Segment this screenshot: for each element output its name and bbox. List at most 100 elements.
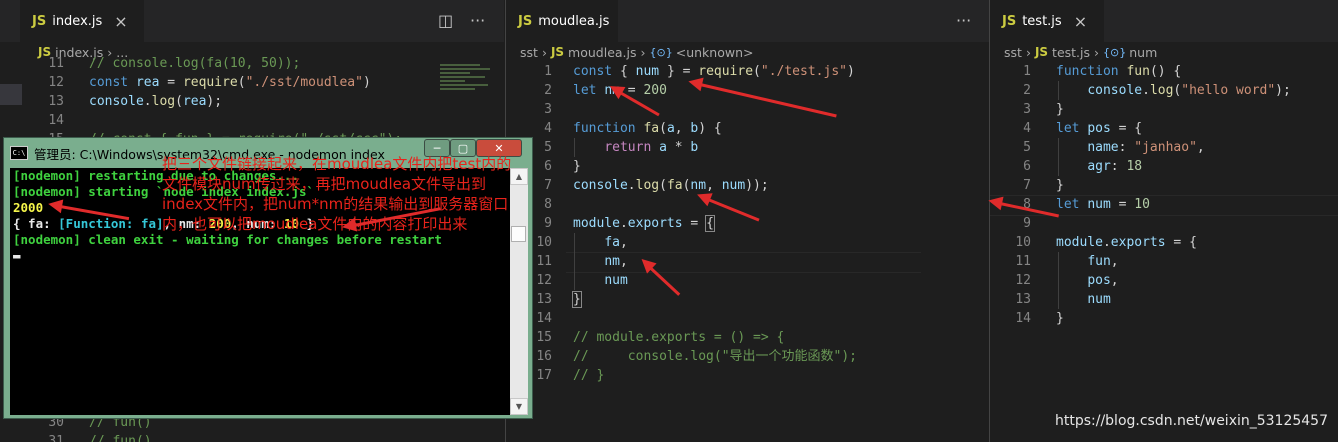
code-line[interactable]: 13} xyxy=(506,290,989,309)
code-line[interactable]: 14} xyxy=(990,309,1338,328)
tab-index-js[interactable]: JS index.js × xyxy=(20,0,144,42)
line-text: const { num } = require("./test.js") xyxy=(573,64,855,79)
line-number: 12 xyxy=(48,75,64,90)
code-line[interactable]: 6 agr: 18 xyxy=(990,157,1338,176)
console-line: ▬ xyxy=(13,248,21,263)
line-number: 1 xyxy=(544,64,552,79)
line-text: } xyxy=(573,159,581,174)
editor-pane-test: JS test.js × sst › JS test.js › {⊙} num … xyxy=(989,0,1338,442)
line-text: nm, xyxy=(604,254,628,269)
breadcrumb-file[interactable]: moudlea.js xyxy=(568,45,636,60)
code-line[interactable]: 12 num xyxy=(506,271,989,290)
line-text: function fun() { xyxy=(1056,64,1182,79)
code-line[interactable]: 11 // console.log(fa(10, 50)); xyxy=(0,54,504,73)
tab-bar: JS test.js × xyxy=(990,0,1338,42)
code-line[interactable]: 4 function fa(a, b) { xyxy=(506,119,989,138)
code-line[interactable]: 14 xyxy=(0,111,504,130)
line-text: // console.log(fa(10, 50)); xyxy=(89,56,301,71)
code-line[interactable]: 8 xyxy=(506,195,989,214)
code-line[interactable]: 13 num xyxy=(990,290,1338,309)
line-text: console.log(fa(nm, num)); xyxy=(573,178,769,193)
breadcrumb-symbol[interactable]: num xyxy=(1129,45,1157,60)
scroll-down-icon[interactable]: ▼ xyxy=(510,398,528,415)
code-line[interactable]: 14 xyxy=(506,309,989,328)
symbol-icon: {⊙} xyxy=(649,45,673,59)
breadcrumb-folder[interactable]: sst xyxy=(520,45,538,60)
line-number: 13 xyxy=(48,94,64,109)
code-line[interactable]: 3} xyxy=(990,100,1338,119)
js-file-icon: JS xyxy=(1034,45,1049,59)
code-line[interactable]: 11 nm, xyxy=(506,252,989,271)
code-area[interactable]: 11 // console.log(fa(10, 50)); 12 const rea… xyxy=(0,54,504,149)
console-line: [nodemon] clean exit - waiting for chang… xyxy=(13,232,442,247)
close-icon[interactable]: × xyxy=(1074,12,1087,31)
code-line[interactable]: 10 module.exports = { xyxy=(990,233,1338,252)
code-area[interactable]: 1 function fun() {2 console.log("hello wo… xyxy=(990,62,1338,328)
code-line[interactable]: 7} xyxy=(990,176,1338,195)
editor-pane-moudlea: JS moudlea.js ··· sst › JS moudlea.js › … xyxy=(505,0,989,442)
code-line[interactable]: 7 console.log(fa(nm, num)); xyxy=(506,176,989,195)
line-number: 12 xyxy=(1015,273,1031,288)
code-line[interactable]: 2 console.log("hello word"); xyxy=(990,81,1338,100)
line-number: 5 xyxy=(1023,140,1031,155)
code-line[interactable]: 6} xyxy=(506,157,989,176)
code-line[interactable]: 11 fun, xyxy=(990,252,1338,271)
code-line[interactable]: 9 xyxy=(990,214,1338,233)
code-line[interactable]: 15// module.exports = () => { xyxy=(506,328,989,347)
code-line[interactable]: 1 const { num } = require("./test.js") xyxy=(506,62,989,81)
line-text: fa, xyxy=(604,235,628,250)
breadcrumb-symbol[interactable]: <unknown> xyxy=(676,45,754,60)
tab-label: index.js xyxy=(52,13,103,29)
line-number: 3 xyxy=(1023,102,1031,117)
minimap[interactable] xyxy=(440,62,500,112)
watermark: https://blog.csdn.net/weixin_53125457 xyxy=(1054,413,1328,429)
tab-bar: JS index.js × ◫ ··· xyxy=(0,0,504,42)
line-text: function fa(a, b) { xyxy=(573,121,722,136)
code-line[interactable]: 4 let pos = { xyxy=(990,119,1338,138)
code-line[interactable]: 12 pos, xyxy=(990,271,1338,290)
tab-label: test.js xyxy=(1022,13,1062,29)
scroll-thumb[interactable] xyxy=(511,226,526,242)
code-line[interactable]: 3 xyxy=(506,100,989,119)
code-line[interactable]: 31 // fun() xyxy=(0,432,504,442)
line-text: module.exports = { xyxy=(1056,235,1197,250)
line-number: 3 xyxy=(544,102,552,117)
split-editor-icon[interactable]: ◫ xyxy=(438,11,453,30)
code-line[interactable]: 5 return a * b xyxy=(506,138,989,157)
code-area[interactable]: 1 const { num } = require("./test.js") 2 le… xyxy=(506,62,989,385)
line-number: 6 xyxy=(1023,159,1031,174)
line-text: } xyxy=(572,291,582,308)
breadcrumb: sst › JS test.js › {⊙} num xyxy=(990,42,1338,62)
code-line[interactable]: 17// } xyxy=(506,366,989,385)
line-number: 7 xyxy=(1023,178,1031,193)
line-text: // fun() xyxy=(89,434,152,442)
close-icon[interactable]: × xyxy=(114,12,127,31)
code-line[interactable]: 1 function fun() { xyxy=(990,62,1338,81)
breadcrumb: sst › JS moudlea.js › {⊙} <unknown> xyxy=(506,42,989,62)
line-text: fun, xyxy=(1087,254,1119,269)
tab-bar: JS moudlea.js ··· xyxy=(506,0,989,42)
tab-test-js[interactable]: JS test.js × xyxy=(990,0,1104,42)
line-number: 13 xyxy=(1015,292,1031,307)
line-text: } xyxy=(1056,178,1064,193)
line-text: console.log("hello word"); xyxy=(1087,83,1291,98)
more-actions-icon[interactable]: ··· xyxy=(470,11,485,30)
breadcrumb-file[interactable]: test.js xyxy=(1052,45,1090,60)
line-number: 31 xyxy=(48,434,64,442)
line-text: num xyxy=(1087,292,1111,307)
tab-moudlea-js[interactable]: JS moudlea.js xyxy=(506,0,618,42)
code-line[interactable]: 13 console.log(rea); xyxy=(0,92,504,111)
scrollbar[interactable]: ▲ ▼ xyxy=(510,168,528,415)
line-number: 2 xyxy=(1023,83,1031,98)
code-line[interactable]: 5 name: "janhao", xyxy=(990,138,1338,157)
code-line[interactable]: 10 fa, xyxy=(506,233,989,252)
code-line[interactable]: 12 const rea = require("./sst/moudlea") xyxy=(0,73,504,92)
code-line[interactable]: 16// console.log("导出一个功能函数"); xyxy=(506,347,989,366)
line-text: num xyxy=(604,273,628,288)
line-text: // } xyxy=(573,368,605,383)
line-text: agr: 18 xyxy=(1087,159,1143,174)
breadcrumb-folder[interactable]: sst xyxy=(1004,45,1022,60)
scroll-up-icon[interactable]: ▲ xyxy=(510,168,528,185)
annotation-text: 把三个文件链接起来，在moudlea文件内把test内的文件模块num传过来，再… xyxy=(162,155,512,233)
more-actions-icon[interactable]: ··· xyxy=(956,11,971,30)
